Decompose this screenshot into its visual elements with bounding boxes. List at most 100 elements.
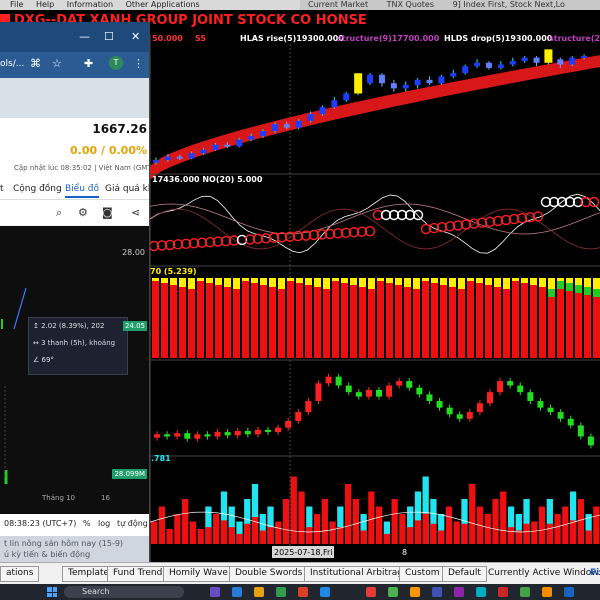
legend-hlds-structure: structure(25 <box>549 34 600 43</box>
volume-bar <box>538 506 546 544</box>
ma-ribbon <box>150 55 600 180</box>
app-icon[interactable] <box>298 587 308 597</box>
volume-bar-lower <box>205 527 212 544</box>
stack-bar-red <box>161 278 168 358</box>
app-icon[interactable] <box>454 587 464 597</box>
stack-bar-yellow <box>152 278 159 281</box>
index-price: 1667.26 <box>92 122 147 136</box>
tab-tnx-quotes[interactable]: TNX Quotes <box>379 0 442 9</box>
app-icon[interactable] <box>276 587 286 597</box>
volume-bar <box>329 521 336 544</box>
main-candle <box>354 73 363 94</box>
volume-bar-lower <box>407 527 414 544</box>
camera-icon[interactable]: ◙ <box>102 206 113 219</box>
volume-bar <box>344 484 352 544</box>
tab-chart[interactable]: Biểu đồ <box>65 184 99 198</box>
volume-bar <box>197 529 204 544</box>
lower-candle <box>567 418 574 426</box>
stack-bar-red <box>467 278 474 358</box>
volume-panel <box>149 455 600 544</box>
volume-bar <box>213 514 220 544</box>
stack-bar-red <box>359 278 366 358</box>
address-url[interactable]: ols/... <box>0 59 24 69</box>
app-icon[interactable] <box>498 587 508 597</box>
app-icon[interactable] <box>388 587 398 597</box>
volume-bar <box>368 491 375 544</box>
button-ations[interactable]: ations <box>0 566 40 582</box>
menu-help[interactable]: Help <box>36 0 54 9</box>
volume-bar <box>492 499 499 544</box>
tab-history[interactable]: Giá quá khứ <box>105 184 149 194</box>
browser-address-bar[interactable]: ols/... ⌘ ☆ ✚ T ⋮ <box>0 52 149 78</box>
app-icon[interactable] <box>320 587 330 597</box>
windows-start-icon[interactable] <box>47 587 57 597</box>
translate-icon[interactable]: ⌘ <box>30 57 41 70</box>
menu-file[interactable]: File <box>10 0 23 9</box>
tab-community[interactable]: Cộng đồng <box>13 184 62 194</box>
lower-candle <box>416 387 423 395</box>
lower-candle <box>466 412 473 419</box>
app-icon[interactable] <box>520 587 530 597</box>
extensions-icon[interactable]: ✚ <box>84 57 93 70</box>
menu-information[interactable]: Information <box>67 0 113 9</box>
tab-current-market[interactable]: Current Market <box>300 0 376 9</box>
app-icon[interactable] <box>432 587 442 597</box>
browser-window[interactable]: — ☐ ✕ ols/... ⌘ ☆ ✚ T ⋮ ✕ 1667.26 0.00 /… <box>0 22 150 570</box>
main-candle <box>450 73 457 77</box>
stack-bar-red <box>350 278 357 358</box>
button-homily-wave[interactable]: Homily Wave <box>163 566 234 582</box>
button-double-swords[interactable]: Double Swords <box>229 566 309 582</box>
star-icon[interactable]: ☆ <box>52 57 62 70</box>
app-icon[interactable] <box>542 587 552 597</box>
app-icon[interactable] <box>564 587 574 597</box>
avatar[interactable]: T <box>109 56 123 70</box>
lower-candle <box>406 381 413 388</box>
share-icon[interactable]: ⋖ <box>131 206 140 219</box>
mini-chart[interactable]: 28.00 ↥ 2.02 (8.39%), 202 ↔ 3 thanh (5h)… <box>0 226 149 490</box>
main-candle <box>557 59 564 65</box>
minimize-icon[interactable]: — <box>79 30 90 43</box>
button-custom[interactable]: Custom <box>399 566 446 582</box>
volume-bar-lower <box>244 523 251 544</box>
maximize-icon[interactable]: ☐ <box>104 30 114 43</box>
auto-toggle[interactable]: tự động <box>117 519 148 528</box>
date-label-group: 2025-07-18,Fri 8 <box>272 546 407 558</box>
lower-candle <box>426 394 433 402</box>
app-icon[interactable] <box>410 587 420 597</box>
volume-bar <box>189 521 197 544</box>
lower-candle <box>224 432 231 436</box>
search-placeholder: Search <box>82 587 110 596</box>
button-institutional-arbitrage[interactable]: Institutional Arbitrage <box>304 566 415 582</box>
stack-bar-red <box>404 278 411 358</box>
button-default[interactable]: Default <box>442 566 487 582</box>
menu-other-applications[interactable]: Other Applications <box>126 0 200 9</box>
stack-bar-yellow <box>350 278 357 285</box>
footer-news-1[interactable]: t lin nông sản hôm nay (15-9) <box>4 539 123 548</box>
log-toggle[interactable]: log <box>98 519 110 528</box>
tab-index-first[interactable]: 9] Index First, Stock Next,Lo <box>445 0 573 9</box>
folder-icon[interactable] <box>254 587 264 597</box>
browser-header-area: ✕ <box>0 78 149 133</box>
button-fund-trend[interactable]: Fund Trend <box>107 566 169 582</box>
app-icon[interactable] <box>476 587 486 597</box>
zoom-icon[interactable]: ⌕ <box>56 206 62 220</box>
lower-candle <box>275 427 282 433</box>
close-icon[interactable]: ✕ <box>131 30 140 43</box>
stack-bar-red <box>314 278 321 358</box>
percent-toggle[interactable]: % <box>83 519 91 528</box>
settings-icon[interactable]: ⚙ <box>78 206 88 219</box>
stack-bar-yellow <box>521 278 528 283</box>
volume-bar-lower <box>236 533 243 544</box>
taskbar-search[interactable]: Search <box>64 586 184 598</box>
volume-bar <box>174 514 181 544</box>
stack-bar-yellow <box>323 278 330 289</box>
app-icon[interactable] <box>366 587 376 597</box>
footer-news-2[interactable]: ú kỳ tiến & biến động <box>4 550 90 559</box>
stack-bar-yellow <box>332 278 339 281</box>
stack-bar-yellow <box>548 278 555 289</box>
lower-candle <box>204 434 211 437</box>
tab-t[interactable]: t <box>0 184 4 194</box>
app-icon[interactable] <box>232 587 242 597</box>
app-icon[interactable] <box>210 587 220 597</box>
menu-icon[interactable]: ⋮ <box>133 57 144 70</box>
